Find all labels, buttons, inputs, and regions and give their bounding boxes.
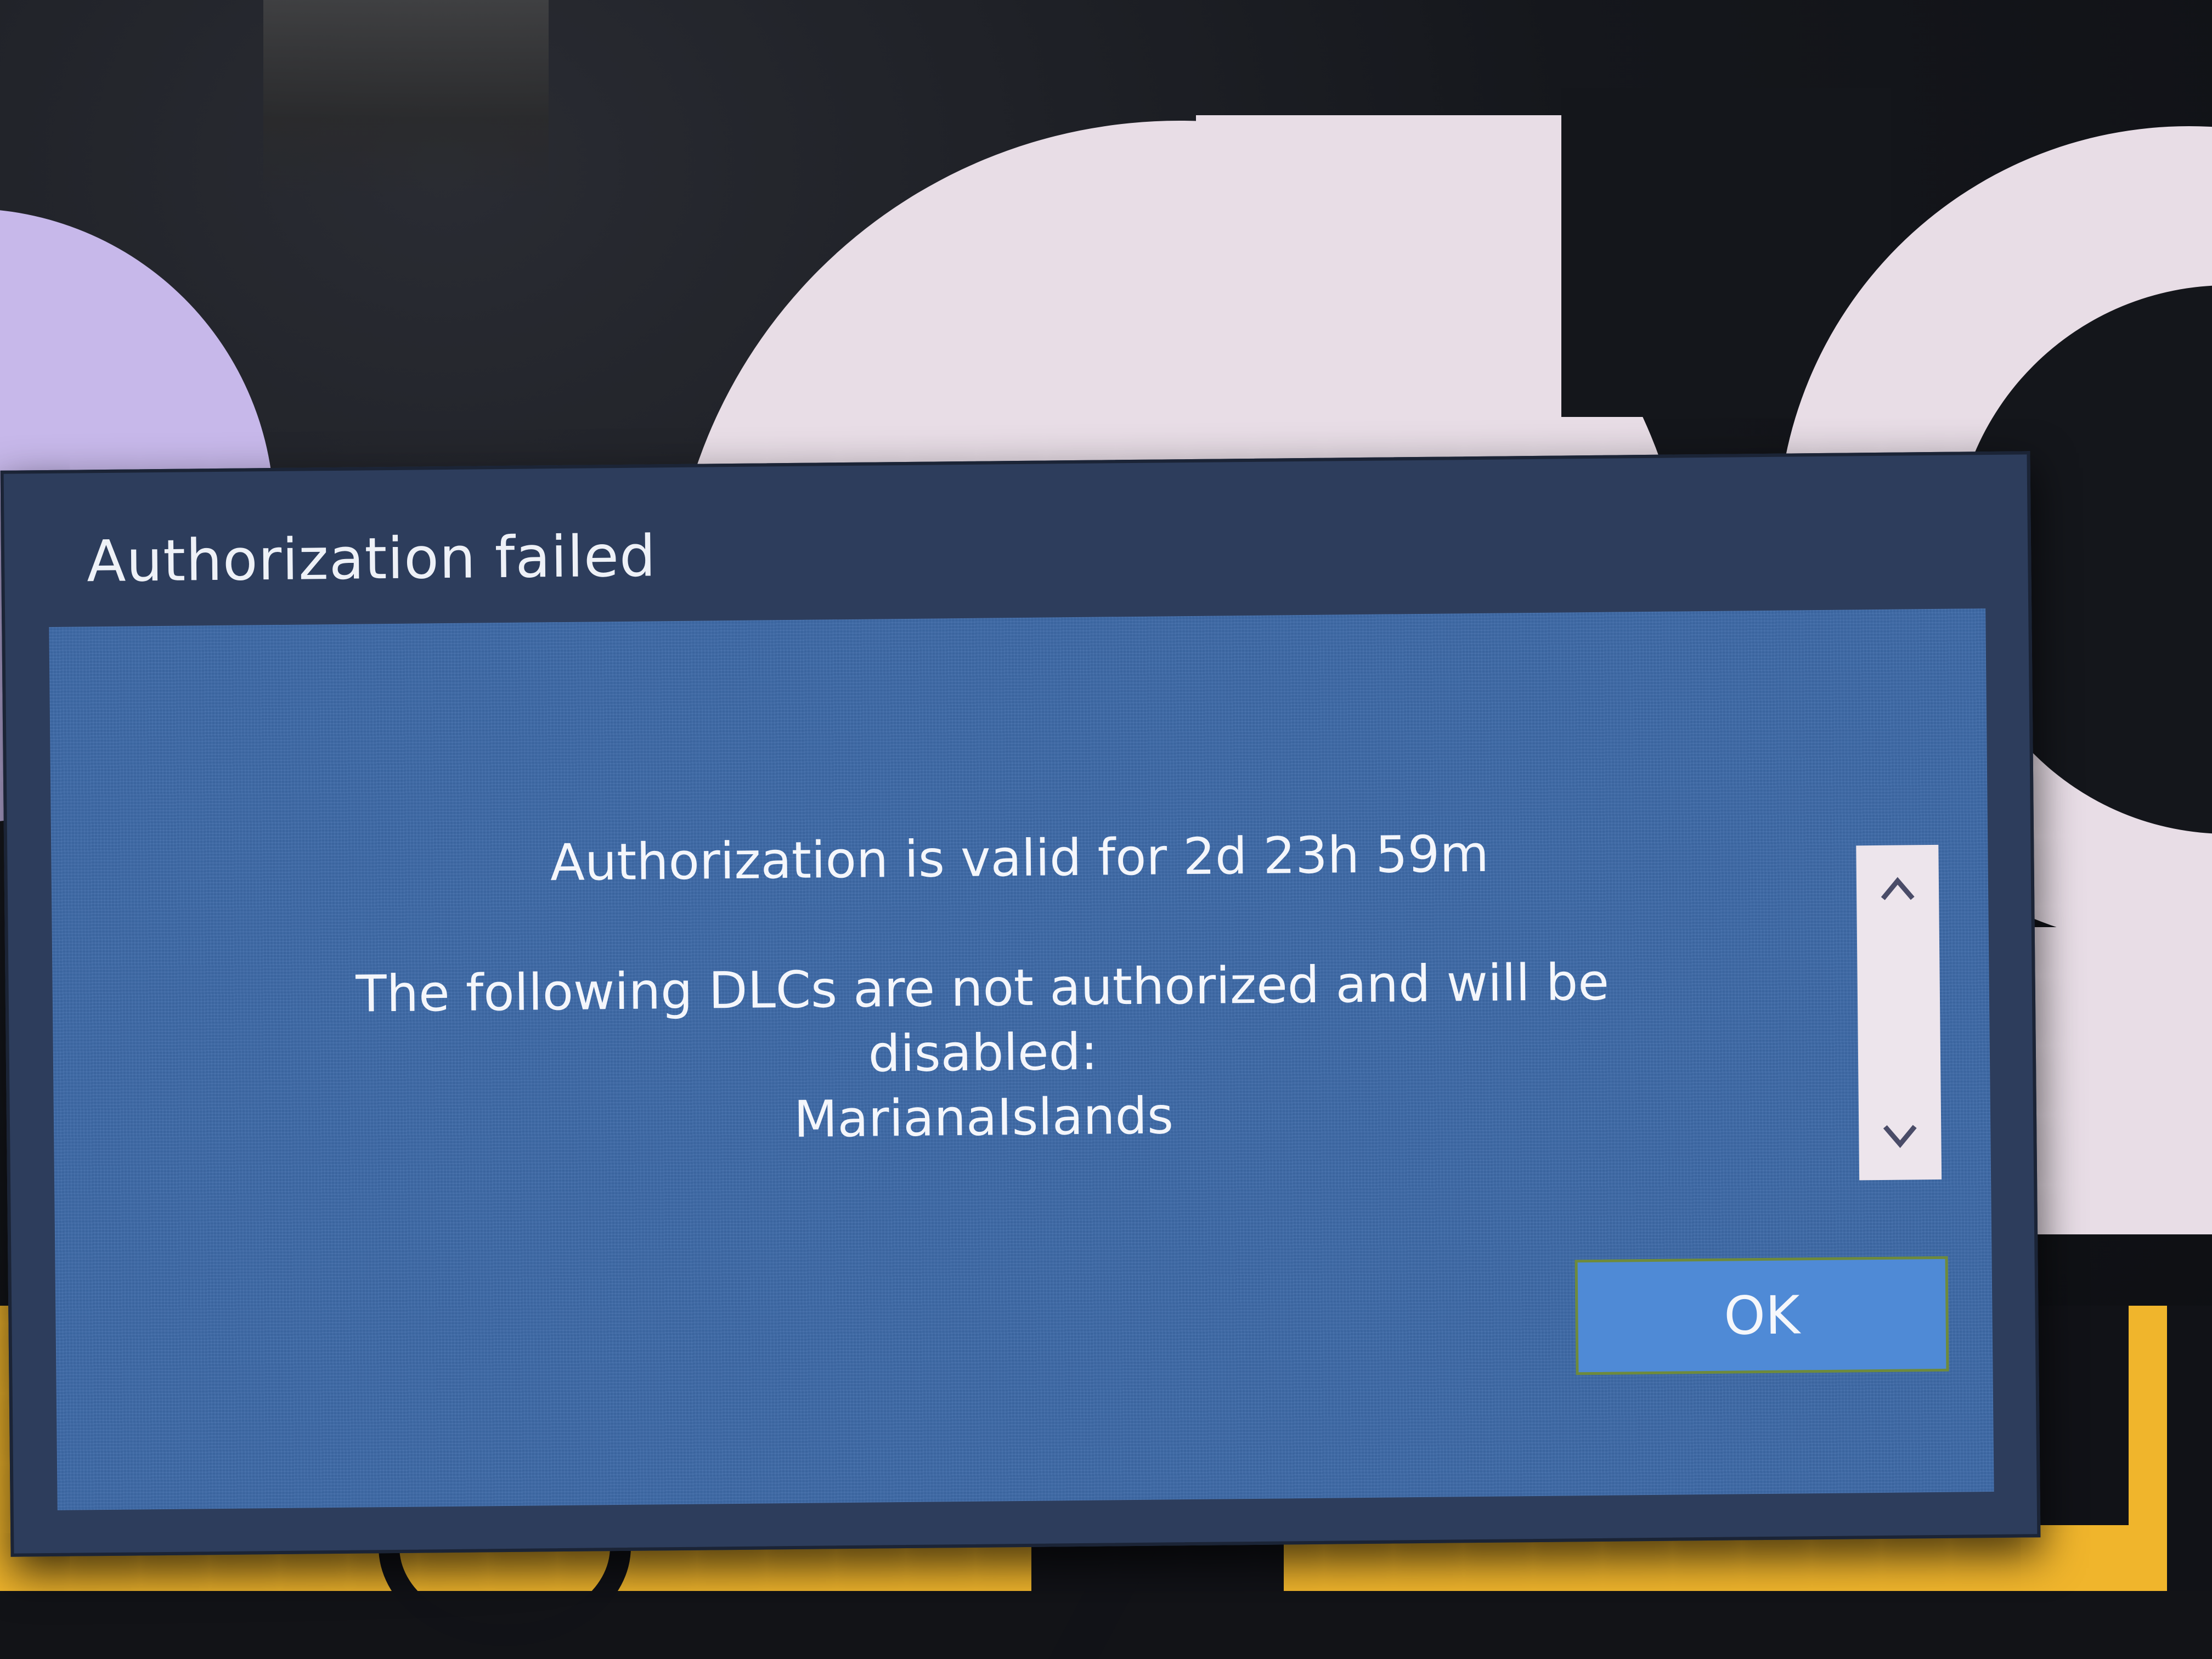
scroll-down-button[interactable]	[1859, 1103, 1942, 1169]
background-right-block	[2008, 927, 2212, 1234]
ok-button[interactable]: OK	[1575, 1256, 1949, 1375]
background-glare	[263, 0, 549, 198]
message-scrollbar[interactable]	[1856, 844, 1942, 1181]
game-screen: Authorization failed Authorization is va…	[0, 0, 2212, 1659]
background-center-block	[1196, 115, 1561, 422]
authorization-dialog: Authorization failed Authorization is va…	[0, 451, 2041, 1557]
dialog-body: Authorization is valid for 2d 23h 59m Th…	[49, 608, 1994, 1510]
chevron-up-icon	[1881, 877, 1915, 900]
dialog-title: Authorization failed	[86, 522, 657, 595]
message-text-area: Authorization is valid for 2d 23h 59m Th…	[216, 818, 1860, 1218]
scroll-up-button[interactable]	[1856, 856, 1939, 922]
dlc-warning-message: The following DLCs are not authorized an…	[356, 952, 1610, 1084]
validity-message: Authorization is valid for 2d 23h 59m	[550, 824, 1489, 893]
chevron-down-icon	[1883, 1125, 1917, 1148]
